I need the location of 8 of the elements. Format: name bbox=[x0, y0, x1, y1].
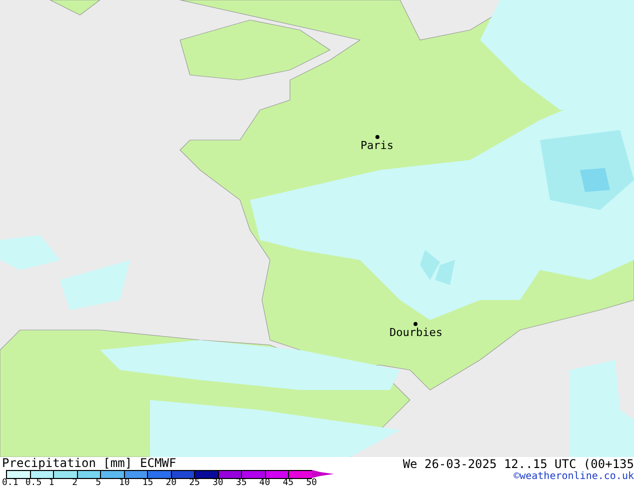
city-marker-icon bbox=[414, 322, 418, 326]
legend-title: Precipitation [mm] bbox=[2, 457, 132, 470]
city-marker-icon bbox=[375, 135, 379, 139]
city-label: Paris bbox=[360, 139, 394, 152]
credit-link[interactable]: ©weatheronline.co.uk bbox=[514, 471, 634, 482]
city-label: Dourbies bbox=[390, 326, 442, 339]
model-name: ECMWF bbox=[140, 457, 176, 470]
valid-time: We 26-03-2025 12..15 UTC (00+135 bbox=[402, 457, 634, 471]
